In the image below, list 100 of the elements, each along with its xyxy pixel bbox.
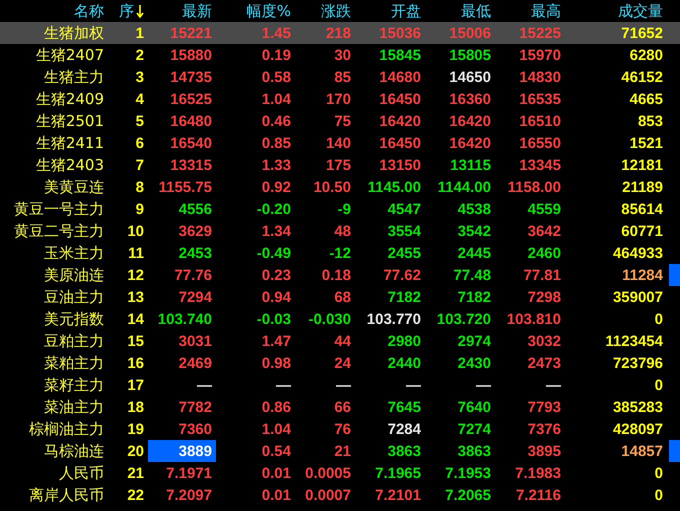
- column-header[interactable]: 最新: [182, 4, 212, 18]
- price-cell: 1.45: [262, 26, 291, 40]
- price-cell: 103.810: [506, 312, 561, 326]
- instrument-name: 美黄豆连: [44, 180, 104, 194]
- instrument-name: 玉米主力: [44, 246, 104, 260]
- row-number: 9: [136, 202, 144, 216]
- column-header[interactable]: 最高: [531, 4, 561, 18]
- row-number: 2: [136, 48, 144, 62]
- price-cell: 16510: [519, 114, 561, 128]
- column-header[interactable]: 成交量: [618, 4, 663, 18]
- instrument-name: 黄豆二号主力: [14, 224, 104, 238]
- price-cell: 7.1965: [375, 466, 421, 480]
- price-cell: 4556: [178, 202, 212, 216]
- price-cell: 3863: [388, 444, 421, 458]
- price-cell: 0.98: [262, 356, 291, 370]
- instrument-name: 生猪2403: [36, 158, 104, 172]
- price-cell: 0.0005: [305, 466, 351, 480]
- price-cell: 7.2097: [166, 488, 212, 502]
- instrument-name: 离岸人民币: [29, 488, 104, 502]
- instrument-name: 生猪2407: [36, 48, 104, 62]
- price-cell: 16525: [170, 92, 212, 106]
- price-cell: 7.1953: [445, 466, 491, 480]
- volume-cell: 21189: [622, 180, 663, 194]
- price-cell: 0.54: [262, 444, 291, 458]
- price-cell: 0.85: [262, 136, 291, 150]
- volume-cell: 12181: [621, 158, 663, 172]
- price-cell: 77.81: [523, 268, 561, 282]
- price-cell: 7294: [178, 290, 212, 304]
- price-cell: 0.86: [262, 400, 291, 414]
- price-cell: 15880: [170, 48, 212, 62]
- price-cell: 1.04: [262, 422, 291, 436]
- price-cell: 76: [334, 422, 351, 436]
- price-cell: 0.58: [262, 70, 291, 84]
- price-cell: 7182: [388, 290, 421, 304]
- price-cell: 7284: [388, 422, 421, 436]
- column-header[interactable]: 名称: [74, 4, 104, 18]
- price-cell: 103.720: [436, 312, 491, 326]
- volume-cell: 464933: [612, 246, 663, 260]
- price-cell: 21: [334, 444, 351, 458]
- column-header[interactable]: 序: [119, 4, 134, 18]
- price-cell: 16535: [519, 92, 561, 106]
- row-number: 13: [127, 290, 144, 304]
- price-cell: 0.19: [262, 48, 291, 62]
- price-cell: 7274: [458, 422, 491, 436]
- row-number: 5: [136, 114, 144, 128]
- price-cell: 175: [326, 158, 351, 172]
- price-cell: 14650: [449, 70, 491, 84]
- price-cell: 15221: [170, 26, 212, 40]
- price-cell: -0.49: [256, 246, 291, 260]
- price-cell: 4538: [458, 202, 491, 216]
- price-cell: 7.2101: [375, 488, 421, 502]
- volume-cell: 60771: [621, 224, 663, 238]
- price-cell: 15225: [519, 26, 561, 40]
- row-number: 21: [127, 466, 144, 480]
- instrument-name: 生猪加权: [44, 26, 104, 40]
- price-cell: 10.50: [313, 180, 351, 194]
- price-cell: 103.740: [158, 312, 212, 326]
- volume-cell: 1123454: [605, 334, 663, 348]
- price-cell: 75: [334, 114, 351, 128]
- price-cell: 48: [334, 224, 351, 238]
- volume-cell: 0: [654, 488, 663, 502]
- price-cell: 1.34: [262, 224, 291, 238]
- price-cell: 16450: [379, 92, 421, 106]
- column-header[interactable]: 幅度%: [246, 4, 291, 18]
- price-cell: 103.770: [366, 312, 421, 326]
- price-cell: 13150: [379, 158, 421, 172]
- price-cell: 16540: [170, 136, 212, 150]
- instrument-name: 菜籽主力: [44, 378, 104, 392]
- price-cell: 7782: [178, 400, 212, 414]
- instrument-name: 美原油连: [44, 268, 104, 282]
- quote-row[interactable]: 生猪加权 1 15221 1.45 218 15036 15006 15225 71652: [0, 22, 680, 44]
- price-cell: 16450: [379, 136, 421, 150]
- price-cell: 3032: [528, 334, 561, 348]
- price-cell: 0.18: [322, 268, 351, 282]
- instrument-name: 生猪主力: [44, 70, 104, 84]
- price-cell: 3642: [528, 224, 561, 238]
- volume-cell: 0: [654, 378, 663, 392]
- column-header[interactable]: 涨跌: [321, 4, 351, 18]
- price-cell: 2469: [178, 356, 212, 370]
- price-cell: 13115: [450, 158, 491, 172]
- price-cell: 1.47: [262, 334, 291, 348]
- price-cell: 16550: [519, 136, 561, 150]
- row-number: 18: [127, 400, 144, 414]
- row-number: 16: [127, 356, 144, 370]
- column-header[interactable]: 最低: [461, 4, 491, 18]
- price-cell: 2460: [528, 246, 561, 260]
- instrument-name: 马棕油连: [44, 444, 104, 458]
- price-cell: 13345: [519, 158, 561, 172]
- price-cell: 85: [334, 70, 351, 84]
- price-cell: 3863: [458, 444, 491, 458]
- row-number: 1: [136, 26, 144, 40]
- row-number: 20: [127, 444, 144, 458]
- price-cell: -0.20: [256, 202, 291, 216]
- price-cell: 16420: [449, 136, 491, 150]
- price-cell: 7.2116: [516, 488, 561, 502]
- price-cell: 2440: [388, 356, 421, 370]
- column-header[interactable]: 开盘: [391, 4, 421, 18]
- instrument-name: 豆油主力: [44, 290, 104, 304]
- price-cell: -0.03: [256, 312, 291, 326]
- volume-cell: 4665: [630, 92, 663, 106]
